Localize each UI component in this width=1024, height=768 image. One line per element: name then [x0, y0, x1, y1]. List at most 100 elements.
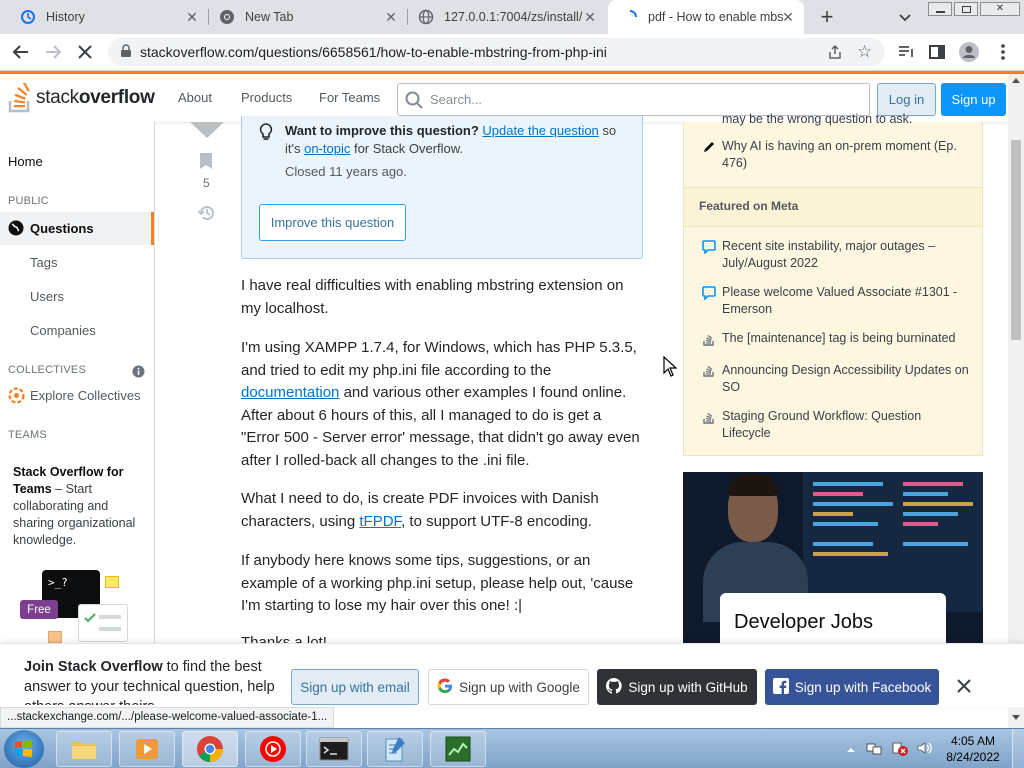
ontopic-link[interactable]: on-topic — [304, 141, 350, 156]
action-center-icon[interactable] — [891, 739, 909, 757]
tab-history[interactable]: History ✕ — [0, 0, 208, 34]
scrollbar-down-arrow[interactable] — [1008, 707, 1024, 728]
network-icon[interactable] — [866, 740, 882, 756]
new-tab-icon[interactable]: + — [816, 6, 838, 28]
restore-icon[interactable] — [954, 2, 978, 16]
start-button[interactable] — [4, 730, 44, 768]
improve-question-button[interactable]: Improve this question — [259, 204, 406, 241]
tfpdf-link[interactable]: tFPDF — [359, 513, 401, 530]
share-icon[interactable] — [826, 43, 844, 64]
page-scrollbar-thumb[interactable] — [1011, 140, 1021, 340]
taskbar-cmd[interactable] — [306, 731, 362, 767]
teams-heading: TEAMS — [8, 429, 47, 441]
info-icon[interactable] — [132, 365, 145, 383]
signup-banner-heading: Join Stack Overflow — [24, 659, 163, 675]
stackoverflow-logo[interactable]: stack overflow — [8, 82, 158, 114]
bookmark-count: 5 — [203, 176, 210, 190]
profile-avatar-icon[interactable] — [958, 41, 980, 63]
history-icon[interactable] — [197, 203, 217, 228]
developer-jobs-ad[interactable]: Developer Jobs — [683, 472, 983, 643]
tab-localhost[interactable]: 127.0.0.1:7004/zs/install/ ✕ — [408, 0, 606, 34]
meta-item[interactable]: Please welcome Valued Associate #1301 - … — [722, 284, 972, 318]
volume-icon[interactable] — [916, 740, 932, 756]
signup-facebook-label: Sign up with Facebook — [794, 679, 932, 695]
taskbar-media-player[interactable] — [119, 731, 175, 767]
taskbar-youtube-music[interactable] — [245, 731, 301, 767]
tab-stackoverflow[interactable]: pdf - How to enable mbs ✕ — [608, 0, 804, 34]
post-paragraph-3-text-b: , to support UTF-8 encoding. — [401, 512, 592, 530]
close-banner-icon[interactable] — [955, 677, 973, 695]
signup-github-button[interactable]: Sign up with GitHub — [597, 669, 757, 705]
nav-explore-collectives[interactable]: Explore Collectives — [30, 388, 141, 403]
back-arrow-icon[interactable] — [10, 41, 32, 63]
teams-promo: Stack Overflow for Teams – Start collabo… — [13, 464, 148, 549]
stop-loading-icon[interactable] — [74, 41, 96, 63]
forward-arrow-icon[interactable] — [42, 41, 64, 63]
meta-heading: Featured on Meta — [699, 199, 799, 213]
taskbar-notepad[interactable] — [367, 731, 423, 767]
side-panel-icon[interactable] — [926, 41, 948, 63]
nav-questions[interactable]: Questions — [0, 212, 154, 245]
lock-icon — [120, 43, 132, 61]
left-sidebar: Home PUBLIC Questions Tags Users Compani… — [0, 122, 155, 643]
close-tab-icon[interactable]: ✕ — [780, 9, 796, 25]
meta-item[interactable]: Staging Ground Workflow: Question Lifecy… — [722, 408, 972, 442]
nav-for-teams[interactable]: For Teams — [319, 90, 380, 105]
nav-tags[interactable]: Tags — [30, 255, 57, 270]
signup-google-button[interactable]: Sign up with Google — [428, 669, 589, 705]
collectives-heading: COLLECTIVES — [8, 364, 87, 376]
signup-email-button[interactable]: Sign up with email — [291, 669, 419, 705]
terminal-prompt: >_? — [48, 576, 68, 589]
close-tab-icon[interactable]: ✕ — [184, 9, 200, 25]
bookmark-icon[interactable] — [199, 152, 213, 175]
meta-item[interactable]: The [maintenance] tag is being burninate… — [722, 330, 972, 347]
notice-text-2: it's — [285, 140, 305, 156]
show-desktop-button[interactable] — [1012, 729, 1024, 768]
nav-home[interactable]: Home — [8, 154, 43, 169]
address-bar[interactable]: stackoverflow.com/questions/6658561/how-… — [108, 38, 885, 66]
show-hidden-icons[interactable] — [846, 742, 856, 752]
update-question-link[interactable]: Update the question — [482, 123, 598, 138]
close-tab-icon[interactable]: ✕ — [582, 9, 598, 25]
close-window-icon[interactable]: ✕ — [980, 2, 1020, 16]
tab-new-tab[interactable]: New Tab ✕ — [209, 0, 407, 34]
minimize-icon[interactable] — [928, 2, 952, 16]
clock[interactable]: 4:05 AM 8/24/2022 — [938, 733, 1008, 765]
nav-products[interactable]: Products — [241, 90, 292, 105]
windows-taskbar: 4:05 AM 8/24/2022 — [0, 728, 1024, 768]
browser-toolbar: stackoverflow.com/questions/6658561/how-… — [0, 34, 1024, 71]
windows-logo-icon — [15, 740, 32, 757]
notepad-icon — [385, 737, 405, 762]
blog-item[interactable]: Why AI is having an on-prem moment (Ep. … — [722, 138, 972, 172]
signup-facebook-button[interactable]: Sign up with Facebook — [765, 669, 939, 705]
notice-text-1: so — [598, 123, 617, 138]
taskbar-chart-app[interactable] — [430, 731, 486, 767]
media-player-icon — [136, 739, 158, 759]
meta-item[interactable]: Recent site instability, major outages –… — [722, 238, 972, 272]
post-paragraph-1: I have real difficulties with enabling m… — [241, 277, 624, 317]
blog-item-partial[interactable]: may be the wrong question to ask. — [722, 111, 972, 128]
downvote-button[interactable] — [190, 122, 224, 138]
taskbar-chrome[interactable] — [182, 731, 238, 767]
bookmark-star-icon[interactable]: ☆ — [857, 42, 872, 62]
nav-users[interactable]: Users — [30, 289, 64, 304]
blog-item-partial-text: may be the wrong question to ask. — [722, 112, 913, 126]
nav-about[interactable]: About — [178, 90, 212, 105]
nav-companies[interactable]: Companies — [30, 323, 96, 338]
closed-notice: Want to improve this question? Update th… — [241, 116, 643, 259]
meta-item[interactable]: Announcing Design Accessibility Updates … — [722, 362, 972, 396]
menu-kebab-icon[interactable] — [992, 41, 1014, 63]
documentation-link[interactable]: documentation — [241, 384, 339, 401]
page-scrollbar-track[interactable] — [1008, 122, 1024, 643]
close-tab-icon[interactable]: ✕ — [383, 9, 399, 25]
tab-search-icon[interactable] — [896, 8, 914, 26]
chrome-icon — [197, 736, 223, 762]
page-scrollbar[interactable] — [1008, 74, 1024, 123]
post-paragraph-4: If anybody here knows some tips, suggest… — [241, 552, 634, 614]
public-heading: PUBLIC — [8, 195, 49, 207]
mouse-cursor-icon — [663, 355, 678, 382]
stack-icon — [702, 332, 716, 352]
chrome-icon — [219, 9, 235, 25]
taskbar-explorer[interactable] — [56, 731, 112, 767]
media-list-icon[interactable] — [895, 41, 917, 63]
